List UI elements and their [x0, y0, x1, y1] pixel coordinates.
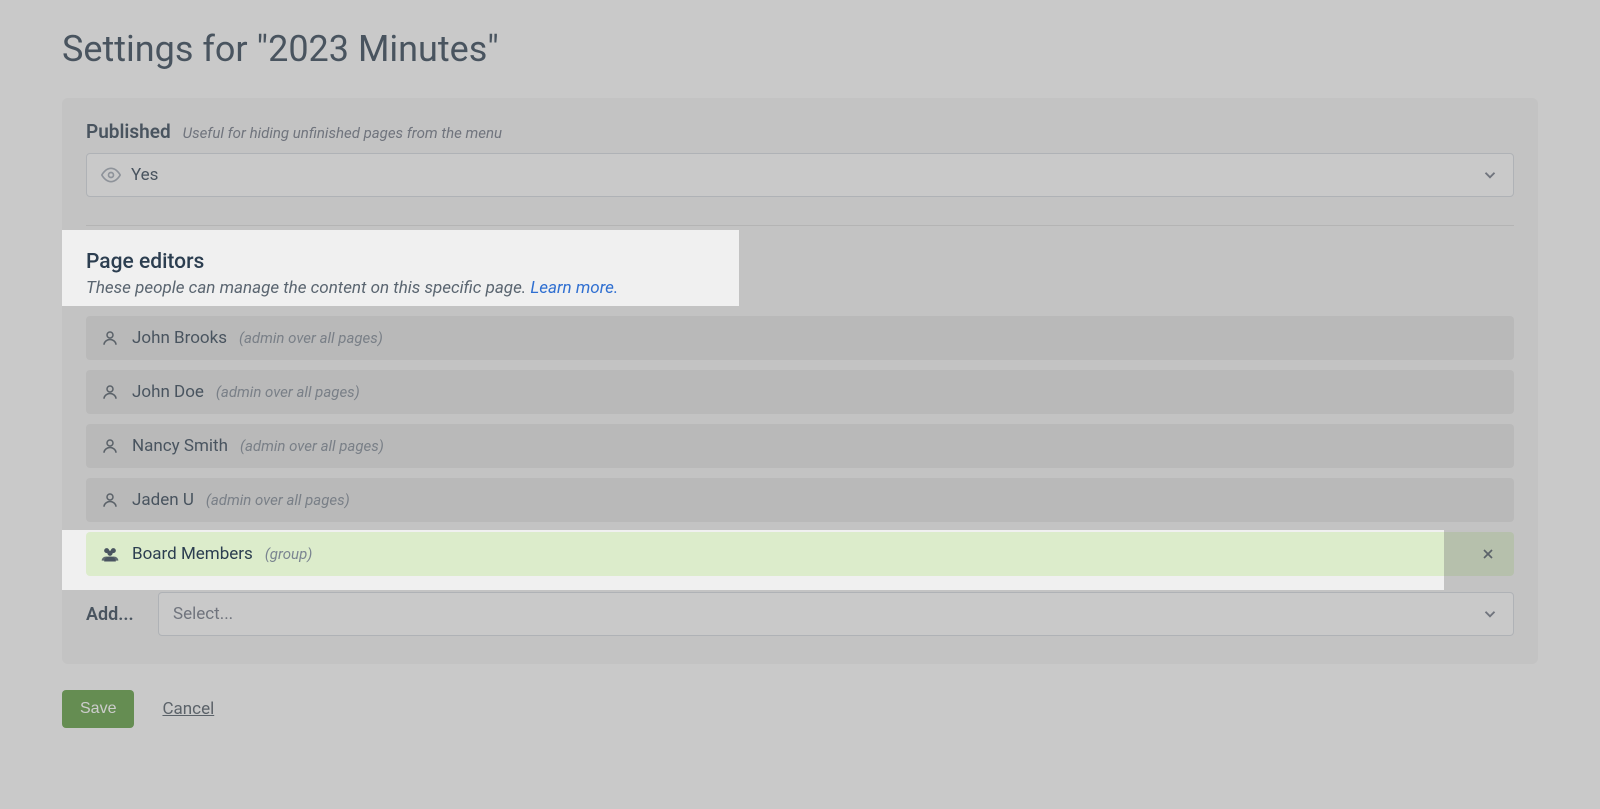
- editor-note: (admin over all pages): [216, 383, 360, 401]
- chevron-down-icon: [1481, 605, 1499, 623]
- editor-note: (admin over all pages): [239, 329, 383, 347]
- editor-row: John Doe (admin over all pages): [86, 370, 1514, 414]
- close-icon: [1480, 546, 1496, 562]
- editor-list: John Brooks(admin over all pages)John Do…: [86, 316, 1514, 576]
- editor-row: Jaden U (admin over all pages): [86, 478, 1514, 522]
- published-field: Published Useful for hiding unfinished p…: [86, 120, 1514, 197]
- group-icon: [100, 545, 120, 563]
- page-editors-subtext-text: These people can manage the content on t…: [86, 278, 526, 298]
- user-icon: [100, 437, 120, 455]
- footer-actions: Save Cancel: [62, 690, 1538, 728]
- page-editors-section: Page editors These people can manage the…: [86, 250, 1514, 636]
- settings-panel: Published Useful for hiding unfinished p…: [62, 98, 1538, 664]
- add-label: Add...: [86, 604, 140, 625]
- user-icon: [100, 383, 120, 401]
- remove-editor-button[interactable]: [1476, 542, 1500, 566]
- published-hint: Useful for hiding unfinished pages from …: [183, 124, 502, 142]
- published-value: Yes: [131, 165, 1481, 185]
- section-divider: [86, 225, 1514, 226]
- editor-name: John Brooks: [132, 328, 227, 348]
- editor-row: John Brooks (admin over all pages): [86, 316, 1514, 360]
- published-label: Published: [86, 120, 171, 143]
- editor-name: Board Members: [132, 544, 253, 564]
- eye-icon: [101, 165, 121, 185]
- save-button[interactable]: Save: [62, 690, 134, 728]
- editor-row: Nancy Smith (admin over all pages): [86, 424, 1514, 468]
- cancel-link[interactable]: Cancel: [162, 699, 214, 719]
- editor-name: John Doe: [132, 382, 204, 402]
- chevron-down-icon: [1481, 166, 1499, 184]
- page-editors-heading: Page editors: [86, 250, 1514, 274]
- user-icon: [100, 491, 120, 509]
- learn-more-link[interactable]: Learn more.: [530, 278, 618, 298]
- editor-note: (group): [265, 545, 313, 563]
- add-editor-select[interactable]: Select...: [158, 592, 1514, 636]
- user-icon: [100, 329, 120, 347]
- editor-name: Jaden U: [132, 490, 194, 510]
- editor-note: (admin over all pages): [240, 437, 384, 455]
- editor-note: (admin over all pages): [206, 491, 350, 509]
- editor-row: Board Members (group): [86, 532, 1514, 576]
- editor-name: Nancy Smith: [132, 436, 228, 456]
- page-title: Settings for "2023 Minutes": [62, 28, 1538, 70]
- add-editor-placeholder: Select...: [173, 604, 1481, 624]
- page-editors-subtext: These people can manage the content on t…: [86, 278, 1514, 298]
- add-editor-row: Add... Select...: [86, 592, 1514, 636]
- published-select[interactable]: Yes: [86, 153, 1514, 197]
